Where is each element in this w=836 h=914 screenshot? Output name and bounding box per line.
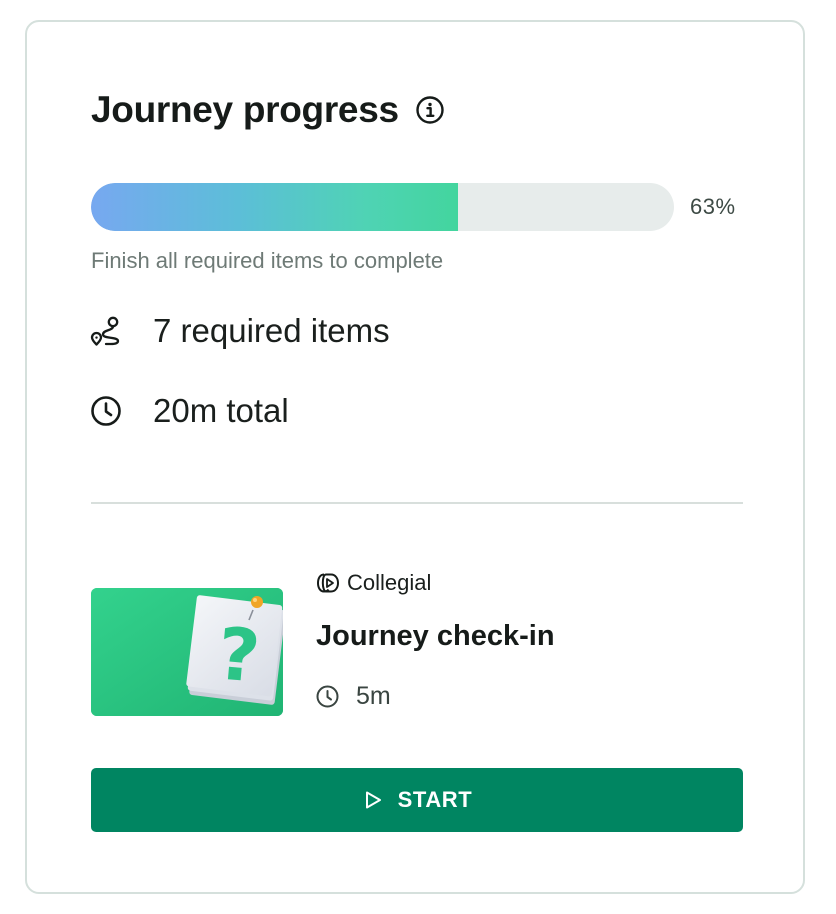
- start-button-label: START: [397, 787, 473, 812]
- svg-text:?: ?: [214, 611, 263, 698]
- total-time-row: 20m total: [89, 392, 289, 430]
- progress-hint: Finish all required items to complete: [91, 248, 444, 273]
- item-title[interactable]: Journey check-in: [316, 620, 555, 653]
- journey-progress-card: Journey progress 63% Finish all required…: [25, 20, 805, 894]
- progress-percent: 63%: [690, 194, 736, 219]
- total-time-text: 20m total: [153, 392, 289, 429]
- info-icon[interactable]: [415, 95, 445, 125]
- card-title: Journey progress: [91, 89, 399, 130]
- clock-icon: [315, 684, 340, 709]
- divider: [91, 502, 743, 504]
- play-icon: [362, 789, 384, 811]
- start-button[interactable]: START: [91, 768, 743, 832]
- item-duration-text: 5m: [356, 682, 391, 710]
- progress-row: 63%: [91, 182, 745, 232]
- progress-bar: [91, 183, 674, 231]
- title-row: Journey progress: [91, 88, 445, 132]
- provider-row: Collegial: [315, 570, 431, 596]
- required-items-text: 7 required items: [153, 312, 390, 349]
- required-items-row: 7 required items: [89, 312, 390, 350]
- route-icon: [89, 314, 123, 348]
- question-mark-note-icon: ?: [91, 588, 283, 716]
- clock-icon: [89, 394, 123, 428]
- item-duration-row: 5m: [315, 682, 391, 711]
- item-thumbnail[interactable]: ?: [91, 588, 283, 716]
- provider-name: Collegial: [347, 570, 432, 595]
- collegial-logo-icon: [315, 570, 341, 596]
- progress-fill: [91, 183, 459, 231]
